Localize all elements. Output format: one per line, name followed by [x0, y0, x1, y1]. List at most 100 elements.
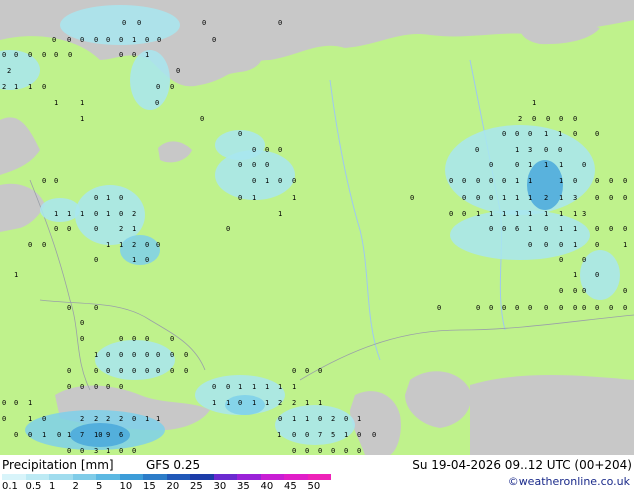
grid-value: 0 [170, 83, 174, 91]
grid-value: 1 [559, 210, 563, 218]
grid-value: 0 [437, 304, 441, 312]
grid-value: 0 [94, 194, 98, 202]
grid-value: 0 [318, 447, 322, 455]
grid-value: 0 [2, 51, 6, 59]
grid-value: 1 [528, 194, 532, 202]
grid-value: 0 [67, 36, 71, 44]
grid-value: 0 [145, 256, 149, 264]
grid-value: 0 [68, 51, 72, 59]
grid-value: 0 [528, 304, 532, 312]
grid-value: 7 [318, 431, 322, 439]
grid-value: 0 [502, 304, 506, 312]
grid-value: 0 [292, 431, 296, 439]
grid-value: 0 [573, 304, 577, 312]
grid-value: 1 [28, 415, 32, 423]
grid-value: 0 [132, 351, 136, 359]
grid-value: 0 [582, 287, 586, 295]
grid-value: 1 [558, 130, 562, 138]
precip-area [275, 405, 355, 445]
grid-value: 2 [331, 415, 335, 423]
scale-tick-label: 1 [49, 481, 56, 492]
grid-value: 0 [94, 256, 98, 264]
grid-value: 1 [265, 383, 269, 391]
scale-swatch [237, 474, 261, 480]
scale-tick-label: 50 [307, 481, 321, 492]
grid-value: 0 [156, 83, 160, 91]
grid-value: 1 [277, 431, 281, 439]
grid-value: 0 [595, 177, 599, 185]
grid-value: 1 [106, 447, 110, 455]
scale-tick-label: 25 [190, 481, 203, 492]
grid-value: 1 [623, 241, 627, 249]
grid-value: 10 [94, 431, 102, 439]
grid-value: 0 [573, 287, 577, 295]
grid-value: 0 [331, 447, 335, 455]
grid-value: 1 [14, 83, 18, 91]
grid-value: 0 [305, 431, 309, 439]
grid-value: 0 [132, 447, 136, 455]
grid-value: 1 [265, 399, 269, 407]
grid-value: 0 [52, 36, 56, 44]
grid-value: 0 [170, 367, 174, 375]
grid-value: 1 [80, 115, 84, 123]
grid-value: 0 [14, 431, 18, 439]
grid-value: 1 [532, 99, 536, 107]
grid-value: 1 [515, 194, 519, 202]
grid-value: 0 [609, 225, 613, 233]
precipitation-map: 0000000000100000000000120211000110110200… [0, 0, 634, 455]
grid-value: 0 [623, 177, 627, 185]
grid-value: 0 [42, 51, 46, 59]
grid-value: 0 [502, 130, 506, 138]
grid-value: 1 [305, 415, 309, 423]
grid-value: 0 [94, 304, 98, 312]
grid-value: 0 [278, 177, 282, 185]
scale-tick-label: 30 [213, 481, 227, 492]
grid-value: 0 [278, 19, 282, 27]
grid-value: 1 [119, 241, 123, 249]
grid-value: 0 [42, 241, 46, 249]
grid-value: 0 [595, 271, 599, 279]
grid-value: 0 [106, 383, 110, 391]
grid-value: 0 [119, 383, 123, 391]
precip-area [225, 395, 265, 415]
grid-value: 0 [67, 383, 71, 391]
grid-value: 0 [544, 146, 548, 154]
grid-value: 0 [238, 130, 242, 138]
model-name: GFS 0.25 [146, 458, 201, 472]
precip-area [120, 235, 160, 265]
grid-value: 0 [449, 210, 453, 218]
footer: Precipitation [mm] GFS 0.25 Su 19-04-202… [0, 455, 634, 492]
grid-value: 1 [559, 177, 563, 185]
grid-value: 0 [106, 351, 110, 359]
grid-value: 0 [212, 36, 216, 44]
grid-value: 0 [67, 447, 71, 455]
grid-value: 0 [157, 36, 161, 44]
grid-value: 1 [80, 210, 84, 218]
grid-value: 0 [145, 351, 149, 359]
grid-value: 0 [515, 304, 519, 312]
grid-value: 2 [544, 194, 548, 202]
grid-value: 0 [528, 130, 532, 138]
grid-value: 0 [595, 241, 599, 249]
grid-value: 0 [170, 335, 174, 343]
grid-value: 1 [28, 399, 32, 407]
grid-value: 9 [106, 431, 110, 439]
scale-swatch [284, 474, 308, 480]
grid-value: 0 [119, 36, 123, 44]
grid-value: 2 [7, 67, 11, 75]
grid-value: 0 [184, 367, 188, 375]
color-scale: 0.1 0.5 1 2 5 10 15 20 25 30 35 40 45 50 [2, 474, 332, 492]
grid-value: 1 [252, 383, 256, 391]
grid-value: 0 [202, 19, 206, 27]
grid-value: 0 [94, 36, 98, 44]
grid-value: 0 [238, 161, 242, 169]
grid-value: 0 [573, 177, 577, 185]
grid-value: 1 [28, 83, 32, 91]
grid-value: 0 [489, 161, 493, 169]
asia-desert [470, 375, 634, 455]
grid-value: 0 [546, 115, 550, 123]
grid-value: 0 [489, 225, 493, 233]
grid-value: 1 [54, 210, 58, 218]
grid-value: 1 [476, 210, 480, 218]
grid-value: 0 [28, 431, 32, 439]
